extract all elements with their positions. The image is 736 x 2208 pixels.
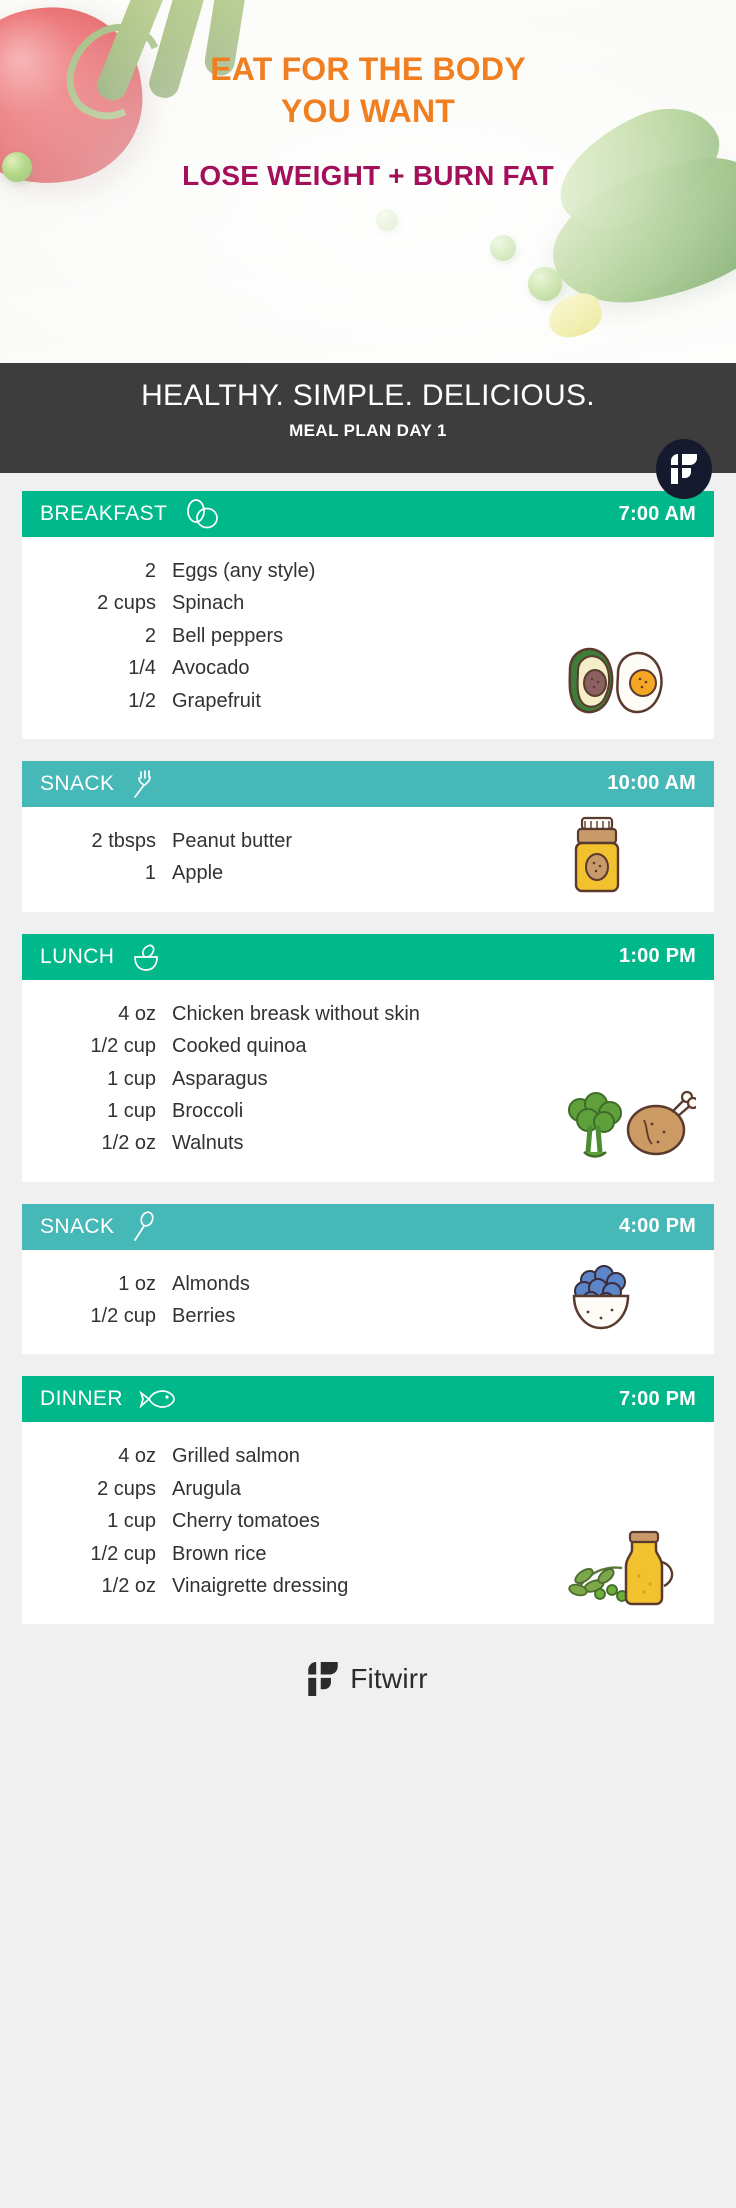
olive-oil-bottle-and-olive-branch-illustration xyxy=(560,1528,680,1608)
item-name: Peanut butter xyxy=(172,825,292,857)
meal-card: LUNCH 1:00 PM 4 oz Chicken breask withou… xyxy=(22,934,714,1182)
meal-header[interactable]: SNACK 4:00 PM xyxy=(22,1204,714,1250)
item-quantity: 2 cups xyxy=(22,1473,172,1505)
meal-body: 2 tbsps Peanut butter 1 Apple xyxy=(22,807,714,912)
meal-item-row: 1/2 cup Cooked quinoa xyxy=(22,1030,714,1062)
hero-text-block: EAT FOR THE BODY YOU WANT LOSE WEIGHT + … xyxy=(0,48,736,192)
fork-icon xyxy=(128,768,158,800)
item-quantity: 1/2 oz xyxy=(22,1127,172,1159)
green-pea-decoration xyxy=(376,209,398,231)
hero-subtitle: LOSE WEIGHT + BURN FAT xyxy=(0,160,736,192)
meal-body: 2 Eggs (any style) 2 cups Spinach 2 Bell… xyxy=(22,537,714,739)
rice-bowl-icon xyxy=(128,941,166,973)
spoon-icon xyxy=(128,1211,158,1243)
fitwirr-f-logo-icon xyxy=(671,454,697,484)
fish-icon xyxy=(137,1385,179,1413)
meal-name: SNACK xyxy=(40,772,114,796)
meal-item-row: 4 oz Grilled salmon xyxy=(22,1440,714,1472)
item-name: Chicken breask without skin xyxy=(172,998,420,1030)
meal-list: BREAKFAST 7:00 AM 2 Eggs (any style) 2 c… xyxy=(0,473,736,1624)
item-name: Walnuts xyxy=(172,1127,244,1159)
green-pea-decoration xyxy=(528,267,562,301)
item-name: Broccoli xyxy=(172,1095,243,1127)
meal-name: BREAKFAST xyxy=(40,502,167,526)
item-quantity: 1/2 cup xyxy=(22,1538,172,1570)
hero-title-line-2: YOU WANT xyxy=(0,90,736,132)
meal-header[interactable]: SNACK 10:00 AM xyxy=(22,761,714,807)
meal-item-row: 2 cups Arugula xyxy=(22,1473,714,1505)
tagline-title: HEALTHY. SIMPLE. DELICIOUS. xyxy=(0,379,736,413)
item-name: Grilled salmon xyxy=(172,1440,300,1472)
item-name: Brown rice xyxy=(172,1538,266,1570)
meal-item-row: 2 cups Spinach xyxy=(22,587,714,619)
item-name: Avocado xyxy=(172,652,249,684)
meal-time: 4:00 PM xyxy=(619,1215,696,1238)
item-quantity: 1/2 oz xyxy=(22,1570,172,1602)
item-name: Almonds xyxy=(172,1268,250,1300)
meal-item-row: 2 Eggs (any style) xyxy=(22,555,714,587)
avocado-and-boiled-egg-illustration xyxy=(560,643,680,723)
fitwirr-logo-badge xyxy=(656,439,712,499)
eggs-icon xyxy=(181,499,225,529)
meal-card: SNACK 10:00 AM 2 tbsps Peanut butter 1 A… xyxy=(22,761,714,912)
item-quantity: 1/2 cup xyxy=(22,1300,172,1332)
item-quantity: 1/2 cup xyxy=(22,1030,172,1062)
brand-name: Fitwirr xyxy=(350,1663,428,1695)
meal-card: SNACK 4:00 PM 1 oz Almonds 1/2 cup Berri… xyxy=(22,1204,714,1355)
item-quantity: 1/2 xyxy=(22,685,172,717)
item-name: Bell peppers xyxy=(172,620,283,652)
meal-name: LUNCH xyxy=(40,945,114,969)
item-name: Vinaigrette dressing xyxy=(172,1570,348,1602)
item-name: Apple xyxy=(172,857,223,889)
tagline-band: HEALTHY. SIMPLE. DELICIOUS. MEAL PLAN DA… xyxy=(0,363,736,473)
item-quantity: 2 xyxy=(22,555,172,587)
fitwirr-f-logo-icon xyxy=(308,1662,338,1696)
item-name: Spinach xyxy=(172,587,244,619)
hero-title: EAT FOR THE BODY YOU WANT xyxy=(0,48,736,132)
peanut-butter-jar-illustration xyxy=(560,816,680,896)
item-quantity: 1 cup xyxy=(22,1505,172,1537)
broccoli-and-roast-chicken-illustration xyxy=(560,1086,680,1166)
meal-header[interactable]: BREAKFAST 7:00 AM xyxy=(22,491,714,537)
footer: Fitwirr xyxy=(0,1646,736,1712)
meal-time: 10:00 AM xyxy=(607,772,696,795)
meal-header[interactable]: LUNCH 1:00 PM xyxy=(22,934,714,980)
item-name: Arugula xyxy=(172,1473,241,1505)
meal-name: SNACK xyxy=(40,1215,114,1239)
meal-card: DINNER 7:00 PM 4 oz Grilled salmon 2 cup… xyxy=(22,1376,714,1624)
item-quantity: 4 oz xyxy=(22,1440,172,1472)
item-quantity: 1 oz xyxy=(22,1268,172,1300)
meal-time: 1:00 PM xyxy=(619,945,696,968)
meal-body: 4 oz Chicken breask without skin 1/2 cup… xyxy=(22,980,714,1182)
item-quantity: 2 xyxy=(22,620,172,652)
item-quantity: 2 cups xyxy=(22,587,172,619)
item-name: Grapefruit xyxy=(172,685,261,717)
item-name: Berries xyxy=(172,1300,235,1332)
meal-card: BREAKFAST 7:00 AM 2 Eggs (any style) 2 c… xyxy=(22,491,714,739)
item-name: Asparagus xyxy=(172,1063,268,1095)
item-name: Eggs (any style) xyxy=(172,555,315,587)
meal-time: 7:00 PM xyxy=(619,1388,696,1411)
item-quantity: 1 cup xyxy=(22,1095,172,1127)
meal-header[interactable]: DINNER 7:00 PM xyxy=(22,1376,714,1422)
hero-title-line-1: EAT FOR THE BODY xyxy=(0,48,736,90)
item-quantity: 2 tbsps xyxy=(22,825,172,857)
item-name: Cherry tomatoes xyxy=(172,1505,320,1537)
meal-body: 4 oz Grilled salmon 2 cups Arugula 1 cup… xyxy=(22,1422,714,1624)
meal-time: 7:00 AM xyxy=(619,503,696,526)
hero-banner: EAT FOR THE BODY YOU WANT LOSE WEIGHT + … xyxy=(0,0,736,363)
item-quantity: 1/4 xyxy=(22,652,172,684)
meal-body: 1 oz Almonds 1/2 cup Berries xyxy=(22,1250,714,1355)
meal-plan-day-label: MEAL PLAN DAY 1 xyxy=(0,421,736,441)
item-name: Cooked quinoa xyxy=(172,1030,307,1062)
item-quantity: 1 xyxy=(22,857,172,889)
meal-name: DINNER xyxy=(40,1387,123,1411)
bowl-of-blueberries-illustration xyxy=(560,1258,680,1338)
item-quantity: 1 cup xyxy=(22,1063,172,1095)
item-quantity: 4 oz xyxy=(22,998,172,1030)
meal-item-row: 4 oz Chicken breask without skin xyxy=(22,998,714,1030)
green-pea-decoration xyxy=(490,235,516,261)
